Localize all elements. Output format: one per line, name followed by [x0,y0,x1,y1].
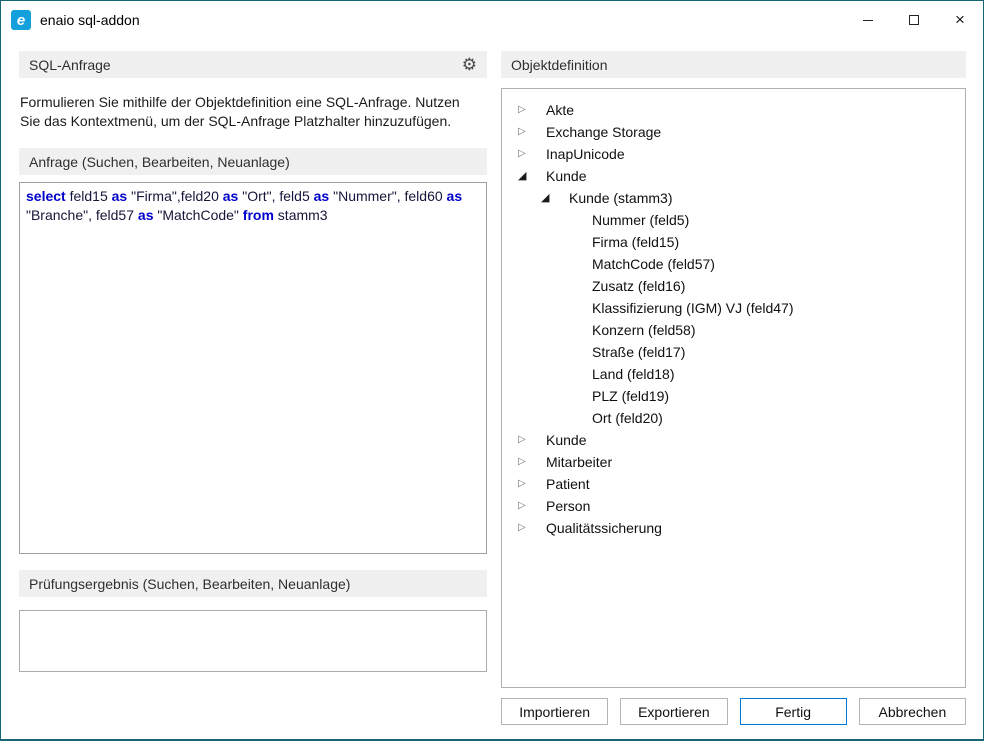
tree-item-label: Straße (feld17) [592,344,685,360]
tree-expand-icon[interactable]: ▷ [518,127,546,137]
tree-item-nummer-feld5[interactable]: Nummer (feld5) [502,209,965,231]
finish-button[interactable]: Fertig [740,698,847,725]
sql-query-editor[interactable]: select feld15 as "Firma",feld20 as "Ort"… [19,182,487,554]
sql-text: "Firma",feld20 [127,188,223,204]
tree-item-label: PLZ (feld19) [592,388,669,404]
tree-item-label: Kunde (stamm3) [569,190,672,206]
tree-item-label: Kunde [546,168,586,184]
maximize-icon [909,15,919,25]
instructions-text: Formulieren Sie mithilfe der Objektdefin… [20,93,472,131]
tree-expand-icon[interactable]: ▷ [518,435,546,445]
tree-expand-icon[interactable]: ▷ [518,457,546,467]
sql-keyword: as [138,207,154,223]
tree-item-stra-e-feld17[interactable]: Straße (feld17) [502,341,965,363]
sql-panel-title: SQL-Anfrage [29,57,111,73]
dialog-buttons: Importieren Exportieren Fertig Abbrechen [501,698,966,725]
tree-expand-icon[interactable]: ▷ [518,149,546,159]
sql-keyword: from [243,207,274,223]
tree-item-kunde-stamm3[interactable]: ◢Kunde (stamm3) [502,187,965,209]
tree-item-label: Konzern (feld58) [592,322,696,338]
tree-item-kunde[interactable]: ▷Kunde [502,429,965,451]
sql-panel-header: SQL-Anfrage ⚙ [19,51,487,78]
tree-collapse-icon[interactable]: ◢ [518,171,546,182]
tree-item-akte[interactable]: ▷Akte [502,99,965,121]
sql-text: feld15 [66,188,112,204]
tree-expand-icon[interactable]: ▷ [518,479,546,489]
tree-item-plz-feld19[interactable]: PLZ (feld19) [502,385,965,407]
tree-item-label: Akte [546,102,574,118]
tree-item-label: MatchCode (feld57) [592,256,715,272]
window-title: enaio sql-addon [40,12,140,28]
export-button[interactable]: Exportieren [620,698,727,725]
sql-keyword: as [314,188,330,204]
tree-item-label: Kunde [546,432,586,448]
tree-item-label: Land (feld18) [592,366,675,382]
tree-item-label: Firma (feld15) [592,234,679,250]
content-area: SQL-Anfrage ⚙ Formulieren Sie mithilfe d… [1,39,983,739]
sql-keyword: as [223,188,239,204]
titlebar: e enaio sql-addon × [1,1,983,39]
tree-item-label: Zusatz (feld16) [592,278,685,294]
tree-item-label: Person [546,498,590,514]
tree-item-inapunicode[interactable]: ▷InapUnicode [502,143,965,165]
tree-item-person[interactable]: ▷Person [502,495,965,517]
tree-item-konzern-feld58[interactable]: Konzern (feld58) [502,319,965,341]
window-controls: × [845,1,983,39]
cancel-button[interactable]: Abbrechen [859,698,966,725]
object-tree: ▷Akte▷Exchange Storage▷InapUnicode◢Kunde… [501,88,966,688]
objectdef-header: Objektdefinition [501,51,966,78]
tree-expand-icon[interactable]: ▷ [518,105,546,115]
sql-text: "Branche", feld57 [26,207,138,223]
tree-item-zusatz-feld16[interactable]: Zusatz (feld16) [502,275,965,297]
tree-item-ort-feld20[interactable]: Ort (feld20) [502,407,965,429]
tree-item-exchange-storage[interactable]: ▷Exchange Storage [502,121,965,143]
tree-item-label: Klassifizierung (IGM) VJ (feld47) [592,300,794,316]
tree-item-label: InapUnicode [546,146,625,162]
sql-text: "Ort", feld5 [238,188,313,204]
tree-item-firma-feld15[interactable]: Firma (feld15) [502,231,965,253]
result-textarea[interactable] [19,610,487,672]
result-section-header: Prüfungsergebnis (Suchen, Bearbeiten, Ne… [19,570,487,597]
tree-expand-icon[interactable]: ▷ [518,523,546,533]
settings-gear-icon[interactable]: ⚙ [462,56,477,73]
app-window: e enaio sql-addon × SQL-Anfrage ⚙ Formul… [0,0,984,741]
tree-item-label: Qualitätssicherung [546,520,662,536]
import-button[interactable]: Importieren [501,698,608,725]
tree-item-label: Patient [546,476,590,492]
query-section-header: Anfrage (Suchen, Bearbeiten, Neuanlage) [19,148,487,175]
sql-keyword: as [112,188,128,204]
tree-item-matchcode-feld57[interactable]: MatchCode (feld57) [502,253,965,275]
tree-expand-icon[interactable]: ▷ [518,501,546,511]
tree-item-mitarbeiter[interactable]: ▷Mitarbeiter [502,451,965,473]
tree-collapse-icon[interactable]: ◢ [541,193,569,204]
app-logo-icon: e [11,10,31,30]
tree-item-label: Nummer (feld5) [592,212,689,228]
sql-panel: SQL-Anfrage ⚙ Formulieren Sie mithilfe d… [19,51,487,739]
minimize-button[interactable] [845,1,891,39]
tree-item-qualit-tssicherung[interactable]: ▷Qualitätssicherung [502,517,965,539]
maximize-button[interactable] [891,1,937,39]
tree-item-label: Exchange Storage [546,124,661,140]
sql-text: "Nummer", feld60 [329,188,446,204]
sql-keyword: select [26,188,66,204]
tree-item-klassifizierung-igm-vj-feld47[interactable]: Klassifizierung (IGM) VJ (feld47) [502,297,965,319]
object-definition-panel: Objektdefinition ▷Akte▷Exchange Storage▷… [501,51,966,739]
minimize-icon [863,20,873,21]
tree-item-kunde[interactable]: ◢Kunde [502,165,965,187]
sql-keyword: as [447,188,463,204]
tree-item-patient[interactable]: ▷Patient [502,473,965,495]
sql-text: stamm3 [274,207,328,223]
sql-text: "MatchCode" [153,207,242,223]
app-logo-letter: e [17,12,25,29]
tree-item-label: Mitarbeiter [546,454,612,470]
tree-item-land-feld18[interactable]: Land (feld18) [502,363,965,385]
tree-item-label: Ort (feld20) [592,410,663,426]
close-button[interactable]: × [937,1,983,39]
